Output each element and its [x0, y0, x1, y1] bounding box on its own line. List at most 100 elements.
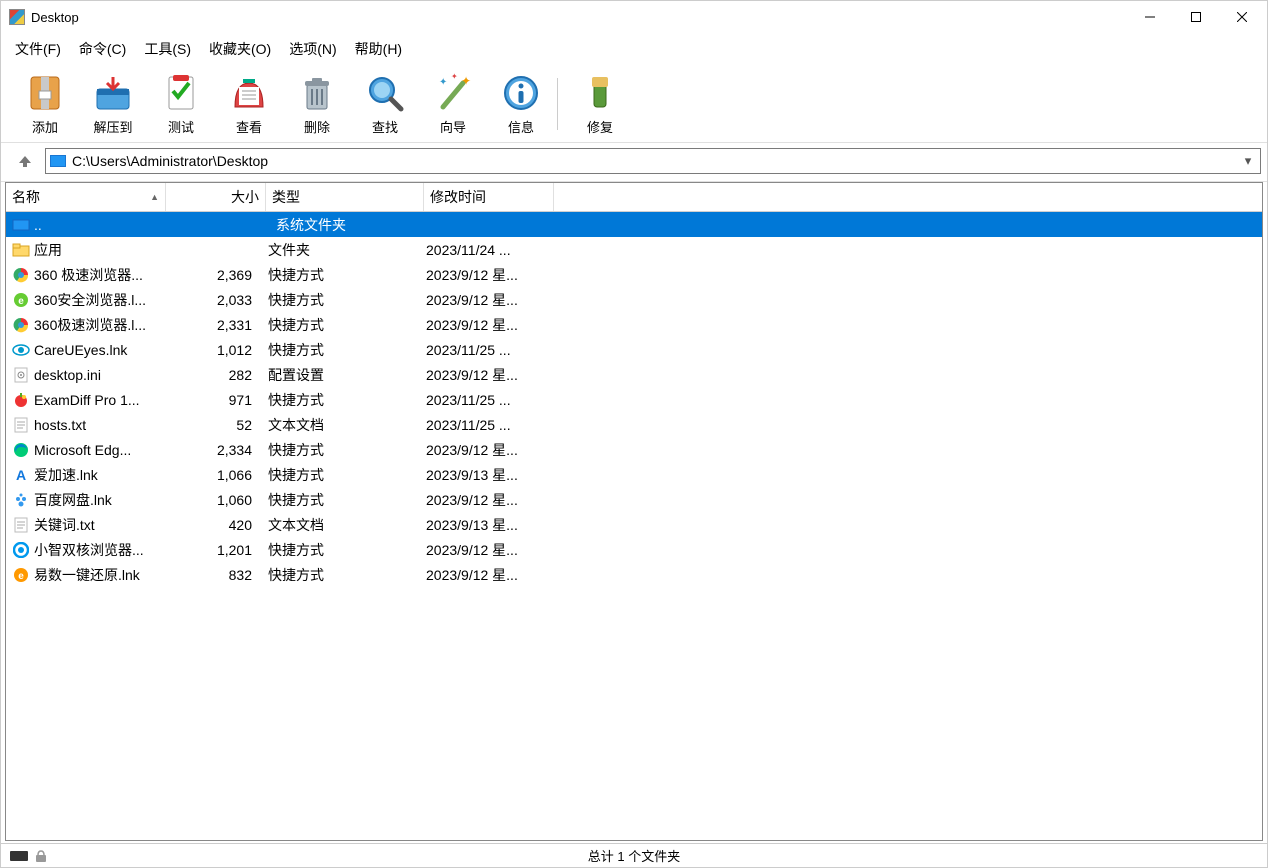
file-row[interactable]: Microsoft Edg...2,334快捷方式2023/9/12 星... [6, 437, 1262, 462]
file-row[interactable]: 小智双核浏览器...1,201快捷方式2023/9/12 星... [6, 537, 1262, 562]
file-size: 2,369 [162, 267, 262, 283]
file-size: 1,066 [162, 467, 262, 483]
file-row[interactable]: e 360安全浏览器.l... 2,033快捷方式2023/9/12 星... [6, 287, 1262, 312]
file-size: 52 [162, 417, 262, 433]
file-row[interactable]: desktop.ini282配置设置2023/9/12 星... [6, 362, 1262, 387]
file-name: hosts.txt [34, 417, 86, 433]
file-date: 2023/9/12 星... [420, 540, 550, 560]
col-type[interactable]: 类型 [266, 183, 424, 211]
file-size: 971 [162, 392, 262, 408]
svg-text:e: e [18, 296, 24, 307]
menu-help[interactable]: 帮助(H) [347, 35, 410, 63]
menu-commands[interactable]: 命令(C) [71, 35, 134, 63]
file-icon: e [12, 292, 30, 308]
col-name[interactable]: 名称▲ [6, 183, 166, 211]
wizard-icon: ✦✦✦ [431, 71, 475, 115]
disk-status-icon [9, 850, 29, 862]
file-icon: e [12, 567, 30, 583]
info-icon [499, 71, 543, 115]
info-button[interactable]: 信息 [487, 69, 555, 138]
find-icon [363, 71, 407, 115]
file-type: 快捷方式 [262, 565, 420, 585]
wizard-button[interactable]: ✦✦✦ 向导 [419, 69, 487, 138]
svg-text:e: e [18, 571, 24, 582]
parent-folder-row[interactable]: ..系统文件夹 [6, 212, 1262, 237]
file-row[interactable]: 关键词.txt420文本文档2023/9/13 星... [6, 512, 1262, 537]
file-name: 360安全浏览器.l... [34, 290, 146, 310]
file-name: ExamDiff Pro 1... [34, 392, 140, 408]
up-button[interactable] [11, 147, 39, 175]
toolbar: 添加 解压到 测试 查看 删除 查找 ✦✦✦ 向导 信息 [1, 65, 1267, 143]
file-type: 快捷方式 [262, 440, 420, 460]
col-modified[interactable]: 修改时间 [424, 183, 554, 211]
file-type: 文本文档 [262, 515, 420, 535]
address-dropdown[interactable]: ▾ [1240, 153, 1256, 169]
file-row[interactable]: ExamDiff Pro 1...971快捷方式2023/11/25 ... [6, 387, 1262, 412]
file-icon [12, 317, 30, 333]
file-row[interactable]: A爱加速.lnk1,066快捷方式2023/9/13 星... [6, 462, 1262, 487]
extract-icon [91, 71, 135, 115]
file-name: Microsoft Edg... [34, 442, 131, 458]
view-button[interactable]: 查看 [215, 69, 283, 138]
file-row[interactable]: 360 极速浏览器...2,369快捷方式2023/9/12 星... [6, 262, 1262, 287]
file-icon [12, 392, 30, 408]
file-date: 2023/11/24 ... [420, 242, 550, 258]
file-row[interactable]: 应用文件夹2023/11/24 ... [6, 237, 1262, 262]
menu-favorites[interactable]: 收藏夹(O) [201, 35, 279, 63]
file-type: 系统文件夹 [266, 215, 556, 235]
archive-icon [23, 71, 67, 115]
file-icon [12, 242, 30, 258]
file-row[interactable]: 360极速浏览器.l...2,331快捷方式2023/9/12 星... [6, 312, 1262, 337]
file-row[interactable]: 百度网盘.lnk1,060快捷方式2023/9/12 星... [6, 487, 1262, 512]
add-button[interactable]: 添加 [11, 69, 79, 138]
file-icon [12, 542, 30, 558]
file-date: 2023/9/12 星... [420, 490, 550, 510]
file-size: 2,331 [162, 317, 262, 333]
menu-file[interactable]: 文件(F) [7, 35, 69, 63]
find-button[interactable]: 查找 [351, 69, 419, 138]
file-icon: A [12, 467, 30, 483]
col-size[interactable]: 大小 [166, 183, 266, 211]
file-date: 2023/11/25 ... [420, 417, 550, 433]
file-rows[interactable]: ..系统文件夹应用文件夹2023/11/24 ...360 极速浏览器...2,… [6, 212, 1262, 840]
delete-icon [295, 71, 339, 115]
close-button[interactable] [1219, 2, 1265, 32]
status-text: 总计 1 个文件夹 [69, 846, 1199, 865]
file-row[interactable]: hosts.txt52文本文档2023/11/25 ... [6, 412, 1262, 437]
file-size: 2,033 [162, 292, 262, 308]
file-date: 2023/9/12 星... [420, 365, 550, 385]
disk-icon [12, 217, 30, 233]
repair-icon [578, 71, 622, 115]
test-button[interactable]: 测试 [147, 69, 215, 138]
address-bar: ▾ [1, 143, 1267, 182]
file-date: 2023/9/12 星... [420, 315, 550, 335]
file-row[interactable]: CareUEyes.lnk1,012快捷方式2023/11/25 ... [6, 337, 1262, 362]
column-headers: 名称▲ 大小 类型 修改时间 [6, 183, 1262, 212]
file-name: 关键词.txt [34, 515, 95, 535]
repair-button[interactable]: 修复 [566, 69, 634, 138]
file-size: 282 [162, 367, 262, 383]
file-date: 2023/9/12 星... [420, 290, 550, 310]
file-type: 快捷方式 [262, 390, 420, 410]
address-input[interactable] [72, 153, 1240, 169]
delete-button[interactable]: 删除 [283, 69, 351, 138]
file-type: 快捷方式 [262, 290, 420, 310]
minimize-button[interactable] [1127, 2, 1173, 32]
test-icon [159, 71, 203, 115]
maximize-button[interactable] [1173, 2, 1219, 32]
file-icon [12, 517, 30, 533]
extract-button[interactable]: 解压到 [79, 69, 147, 138]
file-type: 快捷方式 [262, 490, 420, 510]
file-row[interactable]: e易数一键还原.lnk832快捷方式2023/9/12 星... [6, 562, 1262, 587]
file-size: 1,201 [162, 542, 262, 558]
menu-options[interactable]: 选项(N) [281, 35, 344, 63]
app-icon [9, 9, 25, 25]
file-name: desktop.ini [34, 367, 101, 383]
status-bar: 总计 1 个文件夹 [1, 843, 1267, 867]
file-name: 易数一键还原.lnk [34, 565, 140, 585]
file-size: 1,012 [162, 342, 262, 358]
menu-tools[interactable]: 工具(S) [136, 35, 199, 63]
title-bar: Desktop [1, 1, 1267, 33]
address-field[interactable]: ▾ [45, 148, 1261, 174]
file-date: 2023/9/13 星... [420, 515, 550, 535]
